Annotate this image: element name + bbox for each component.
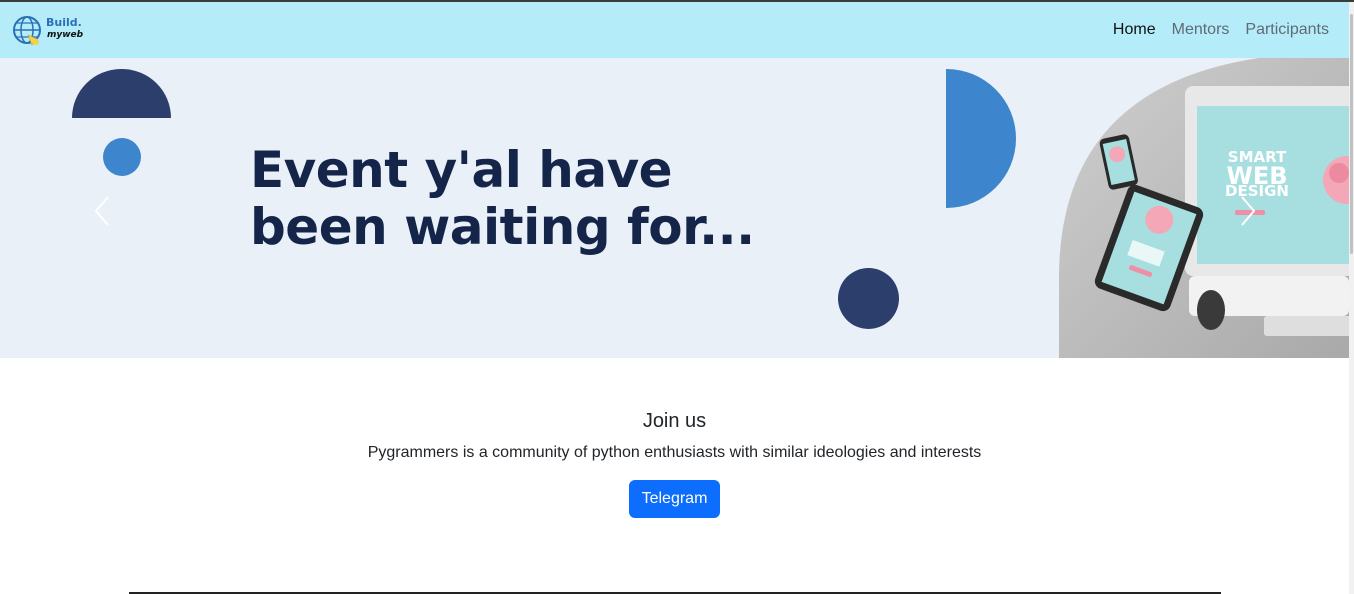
hero-carousel: Event y'al have been waiting for... SMAR… bbox=[0, 58, 1349, 358]
hero-title: Event y'al have been waiting for... bbox=[250, 142, 755, 256]
join-title: Join us bbox=[642, 410, 707, 432]
carousel-prev-button[interactable] bbox=[88, 191, 118, 231]
hero-title-line1: Event y'al have bbox=[250, 141, 673, 199]
decor-dot-blue bbox=[103, 138, 141, 176]
nav-home[interactable]: Home bbox=[1113, 21, 1156, 39]
telegram-button[interactable]: Telegram bbox=[629, 480, 720, 518]
chevron-left-icon bbox=[94, 196, 109, 226]
carousel-next-button[interactable] bbox=[1232, 191, 1262, 231]
chevron-right-icon bbox=[1241, 196, 1256, 226]
brand-logo[interactable]: Build. myweb bbox=[11, 15, 91, 47]
decor-half-circle-blue bbox=[946, 69, 1016, 208]
nav-mentors[interactable]: Mentors bbox=[1172, 21, 1230, 39]
hero-image-devices: SMART WEB DESIGN bbox=[1059, 58, 1349, 358]
scrollbar-thumb[interactable] bbox=[1350, 14, 1353, 254]
brand-name-bottom: myweb bbox=[47, 30, 84, 40]
nav-links: Home Mentors Participants bbox=[1113, 21, 1329, 39]
brand-name-top: Build. bbox=[46, 16, 82, 29]
decor-half-circle-navy bbox=[72, 69, 171, 118]
hero-title-line2: been waiting for... bbox=[250, 198, 755, 256]
decor-dot-navy bbox=[838, 268, 899, 329]
globe-icon bbox=[13, 16, 41, 46]
nav-participants[interactable]: Participants bbox=[1245, 21, 1329, 39]
navbar: Build. myweb Home Mentors Participants bbox=[0, 2, 1349, 58]
page-scrollbar[interactable] bbox=[1349, 2, 1354, 594]
join-description: Pygrammers is a community of python enth… bbox=[367, 444, 982, 461]
